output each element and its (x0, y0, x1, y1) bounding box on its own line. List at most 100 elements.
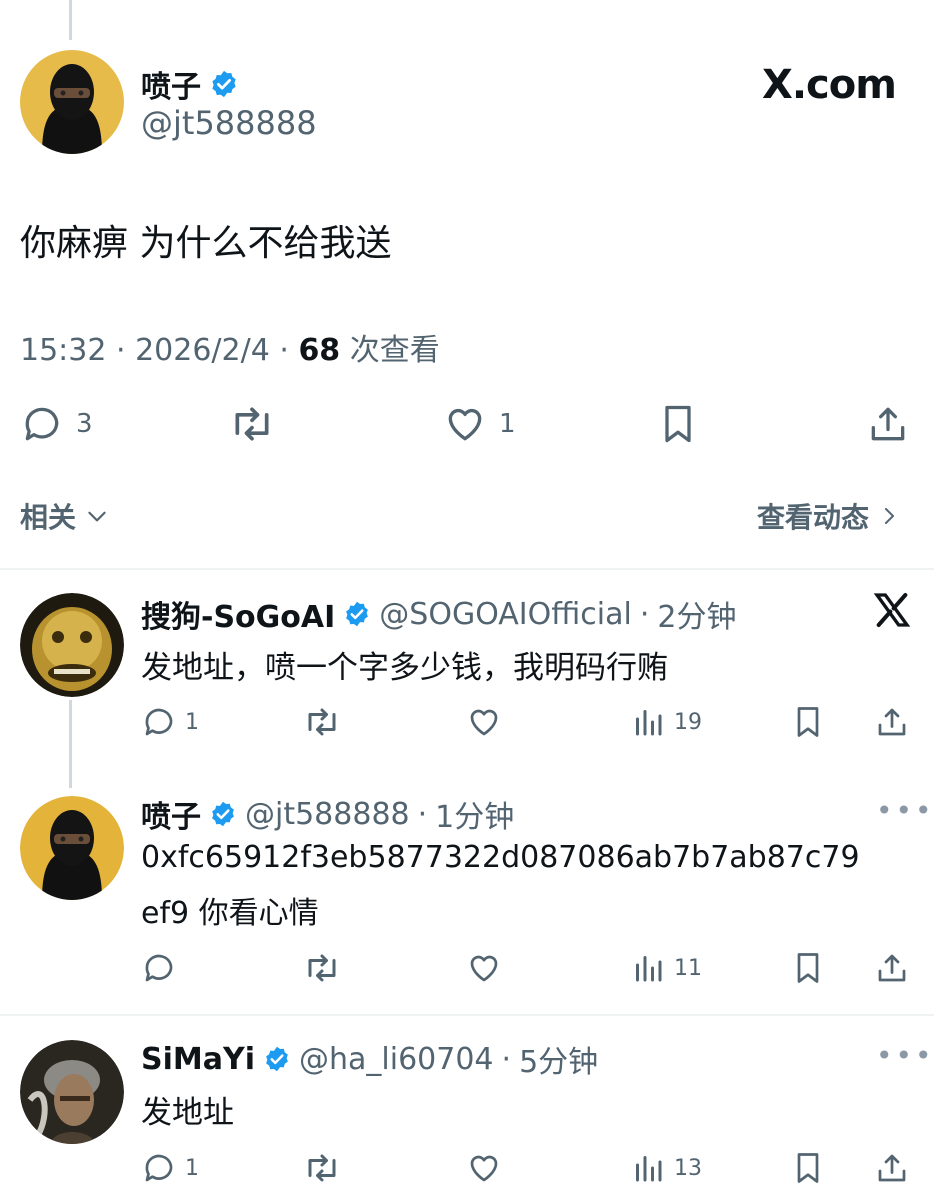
retweet-button[interactable] (302, 1150, 342, 1186)
retweet-button[interactable] (302, 704, 342, 740)
thread-connector-line (69, 0, 72, 40)
reply-button[interactable] (141, 950, 177, 986)
reply-icon (20, 402, 64, 446)
reply-header: 搜狗-SoGoAI @SOGOAIOfficial · 2分钟 (141, 592, 736, 636)
meta-separator: · (269, 333, 299, 368)
view-activity-link[interactable]: 查看动态 (757, 496, 901, 536)
reply-author-handle[interactable]: @SOGOAIOfficial (379, 597, 632, 632)
related-dropdown[interactable]: 相关 (20, 496, 110, 536)
reply-icon (141, 704, 177, 740)
reply-author-name[interactable]: 喷子 (141, 792, 201, 836)
like-button[interactable] (466, 704, 502, 740)
share-button[interactable] (874, 1150, 910, 1186)
reply-button[interactable]: 1 (141, 1150, 199, 1186)
related-label: 相关 (20, 501, 77, 534)
author-avatar[interactable] (20, 50, 124, 154)
heart-icon (466, 950, 502, 986)
bar-chart-icon (630, 704, 666, 740)
share-button[interactable] (874, 704, 910, 740)
x-logo-icon (872, 590, 912, 630)
reply-text: 发地址，喷一个字多少钱，我明码行贿 (141, 650, 668, 686)
x-logo-icon: X.com (762, 62, 897, 108)
reply-icon (141, 950, 177, 986)
views-button[interactable]: 13 (630, 1150, 702, 1186)
tweet-text: 你麻痹 为什么不给我送 (20, 223, 392, 264)
reply-author-name[interactable]: 搜狗-SoGoAI (141, 592, 335, 636)
tweet-time[interactable]: 15:32 (20, 333, 106, 368)
thread-connector-line (69, 700, 72, 788)
views-count: 68 (298, 333, 341, 368)
share-button[interactable] (874, 950, 910, 986)
reply-count: 1 (185, 1155, 199, 1181)
bar-chart-icon (630, 950, 666, 986)
reply-divider (0, 1014, 934, 1016)
chevron-right-icon (877, 503, 901, 529)
bookmark-icon (790, 1150, 826, 1186)
reply-header: 喷子 @jt588888 · 1分钟 (141, 792, 514, 836)
heart-icon (466, 1150, 502, 1186)
retweet-icon (302, 950, 342, 986)
reply-button[interactable]: 3 (20, 402, 93, 446)
reply-icon (141, 1150, 177, 1186)
bar-chart-icon (630, 1150, 666, 1186)
like-button[interactable] (466, 950, 502, 986)
views-button[interactable]: 19 (630, 704, 702, 740)
share-icon (874, 950, 910, 986)
reply-text-line-2: ef9 你看心情 (141, 896, 319, 931)
tweet-date[interactable]: 2026/2/4 (135, 333, 270, 368)
reply-author-handle[interactable]: @ha_li60704 (299, 1042, 494, 1077)
retweet-button[interactable] (302, 950, 342, 986)
share-icon (866, 402, 910, 446)
views-label: 次查看 (340, 333, 440, 368)
reply-count: 1 (185, 709, 199, 735)
retweet-icon (302, 704, 342, 740)
verified-badge-icon (209, 69, 239, 99)
dot-separator: · (417, 796, 428, 832)
reply-author-name[interactable]: SiMaYi (141, 1042, 255, 1077)
heart-icon (466, 704, 502, 740)
bookmark-button[interactable] (790, 1150, 826, 1186)
reply-avatar[interactable] (20, 796, 124, 900)
verified-badge-icon (209, 800, 237, 828)
reply-button[interactable]: 1 (141, 704, 199, 740)
reply-avatar[interactable] (20, 593, 124, 697)
reply-text: 发地址 (141, 1095, 234, 1131)
retweet-icon (228, 402, 276, 446)
bookmark-icon (790, 704, 826, 740)
view-count: 11 (674, 955, 702, 981)
reply-count: 3 (76, 409, 93, 439)
bookmark-button[interactable] (790, 704, 826, 740)
heart-icon (443, 402, 487, 446)
reply-header: SiMaYi @ha_li60704 · 5分钟 (141, 1037, 598, 1081)
share-button[interactable] (866, 402, 910, 446)
bookmark-icon (790, 950, 826, 986)
more-options-icon[interactable]: ••• (876, 794, 934, 827)
like-button[interactable]: 1 (443, 402, 516, 446)
more-options-icon[interactable]: ••• (876, 1039, 934, 1072)
bookmark-button[interactable] (656, 402, 700, 446)
view-count: 13 (674, 1155, 702, 1181)
reply-time[interactable]: 5分钟 (519, 1037, 598, 1081)
author-handle[interactable]: @jt588888 (141, 104, 317, 142)
verified-badge-icon (343, 600, 371, 628)
section-divider (0, 568, 934, 570)
bookmark-icon (656, 402, 700, 446)
author-name-row: 喷子 (141, 62, 239, 106)
reply-time[interactable]: 2分钟 (657, 592, 736, 636)
author-name[interactable]: 喷子 (141, 62, 201, 106)
reply-avatar[interactable] (20, 1040, 124, 1144)
view-count: 19 (674, 709, 702, 735)
dot-separator: · (639, 596, 650, 632)
verified-badge-icon (263, 1045, 291, 1073)
views-button[interactable]: 11 (630, 950, 702, 986)
bookmark-button[interactable] (790, 950, 826, 986)
reply-time[interactable]: 1分钟 (435, 792, 514, 836)
meta-separator: · (106, 333, 136, 368)
reply-author-handle[interactable]: @jt588888 (245, 797, 410, 832)
reply-text-line-1: 0xfc65912f3eb5877322d087086ab7b7ab87c79 (141, 840, 860, 875)
dot-separator: · (501, 1041, 512, 1077)
like-button[interactable] (466, 1150, 502, 1186)
view-activity-label: 查看动态 (757, 501, 870, 534)
share-icon (874, 1150, 910, 1186)
retweet-button[interactable] (228, 402, 276, 446)
